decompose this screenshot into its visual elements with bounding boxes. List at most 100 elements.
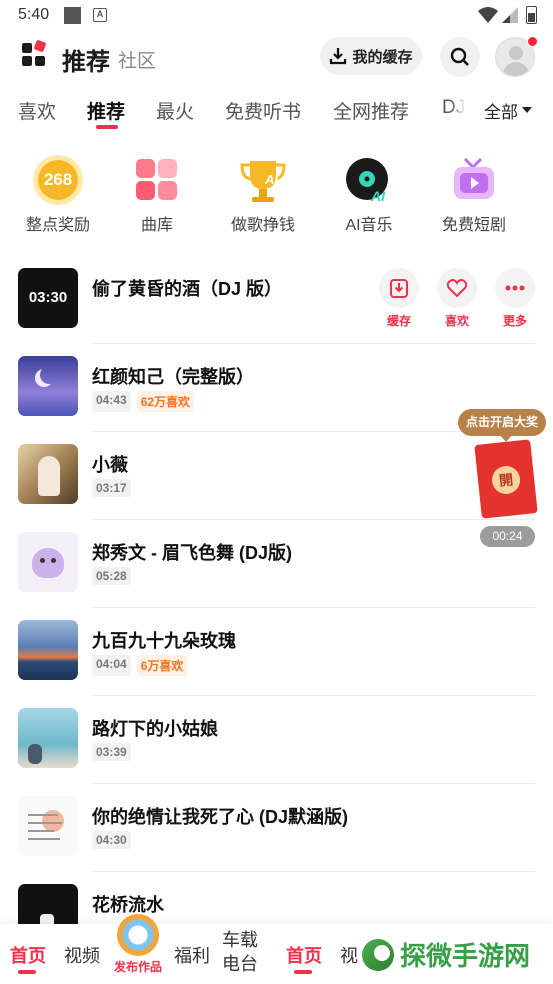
search-button[interactable] <box>440 37 480 77</box>
tab-hottest[interactable]: 最火 <box>156 97 194 124</box>
caret-down-icon <box>522 107 532 113</box>
all-categories-button[interactable]: 全部 <box>468 92 553 128</box>
reward-timer: 00:24 <box>480 526 535 547</box>
nav-welfare[interactable]: 福利 <box>174 942 210 968</box>
tab-free-audiobooks[interactable]: 免费听书 <box>225 97 301 124</box>
tab-recommend[interactable]: 推荐 <box>87 97 125 124</box>
cover-timer-text: 03:30 <box>28 289 68 306</box>
likes-badge: 6万喜欢 <box>136 655 188 676</box>
shortcut-ai-music[interactable]: AI AI音乐 <box>319 155 419 235</box>
song-cover: 03:30 <box>18 268 78 328</box>
tab-dj[interactable]: DJ <box>442 97 465 119</box>
song-duration: 03:17 <box>92 479 131 497</box>
song-cover <box>18 620 78 680</box>
song-title: 你的绝情让我死了心 (DJ默涵版) <box>92 807 348 827</box>
watermark: 探微手游网 <box>362 936 530 973</box>
nav-home[interactable]: 首页 <box>10 942 46 968</box>
list-item[interactable]: 九百九十九朵玫瑰 04:04 6万喜欢 <box>0 608 553 696</box>
action-label: 喜欢 <box>444 314 469 328</box>
download-icon <box>330 48 347 65</box>
publish-button[interactable]: 发布作品 <box>110 914 166 975</box>
reward-bubble[interactable]: 点击开启大奖 <box>458 409 546 442</box>
app-header: 推荐 社区 我的缓存 <box>0 34 553 80</box>
nav-car-radio[interactable]: 车载 电台 <box>222 928 258 976</box>
nav-video[interactable]: 视频 <box>64 942 100 968</box>
notification-a-icon: A <box>93 8 107 22</box>
signal-icon <box>502 7 518 23</box>
song-title: 路灯下的小姑娘 <box>92 719 218 739</box>
shortcut-label: 曲库 <box>140 217 173 234</box>
cache-action-button[interactable]: 缓存 <box>379 268 419 329</box>
my-cache-label: 我的缓存 <box>352 48 413 66</box>
more-action-button[interactable]: 更多 <box>495 268 535 329</box>
coin-268-icon: 268 <box>33 155 83 205</box>
svg-text:AI: AI <box>370 188 386 204</box>
song-title: 红颜知己（完整版） <box>92 367 254 387</box>
vinyl-ai-icon: AI <box>344 155 394 205</box>
song-title: 小薇 <box>92 455 128 475</box>
song-cover <box>18 532 78 592</box>
list-item[interactable]: 路灯下的小姑娘 03:39 <box>0 696 553 784</box>
song-title: 九百九十九朵玫瑰 <box>92 631 236 651</box>
svg-text:AI: AI <box>264 172 278 187</box>
all-categories-label: 全部 <box>484 102 518 122</box>
red-packet-icon[interactable]: 開 <box>474 439 538 519</box>
tab-web-recommend[interactable]: 全网推荐 <box>333 97 409 124</box>
notification-dot <box>527 36 538 47</box>
song-title: 偷了黄昏的酒（DJ 版） <box>92 279 283 299</box>
song-cover <box>18 796 78 856</box>
library-icon <box>132 155 182 205</box>
tv-play-icon <box>449 155 499 205</box>
song-duration: 04:04 <box>92 655 131 676</box>
song-title: 郑秀文 - 眉飞色舞 (DJ版) <box>92 543 292 563</box>
active-tab-indicator <box>96 125 118 129</box>
nav-home-indicator <box>18 970 36 974</box>
song-duration: 04:43 <box>92 391 131 412</box>
status-time: 5:40 <box>18 6 50 23</box>
red-packet-seal: 開 <box>490 464 522 496</box>
shortcut-label: 整点奖励 <box>25 217 90 234</box>
likes-badge: 62万喜欢 <box>136 391 195 412</box>
song-cover <box>18 356 78 416</box>
shortcut-hourly-reward[interactable]: 268 整点奖励 <box>8 155 108 235</box>
nav-home-2[interactable]: 首页 <box>286 942 322 968</box>
song-cover <box>18 708 78 768</box>
community-tab[interactable]: 社区 <box>118 46 156 73</box>
list-item[interactable]: 你的绝情让我死了心 (DJ默涵版) 04:30 <box>0 784 553 872</box>
action-label: 更多 <box>502 314 527 328</box>
list-item[interactable]: 郑秀文 - 眉飞色舞 (DJ版) 05:28 <box>0 520 553 608</box>
wifi-icon <box>478 7 498 23</box>
publish-ring-icon <box>117 914 159 956</box>
battery-icon <box>526 6 537 24</box>
shortcut-label: 免费短剧 <box>441 217 506 234</box>
shortcut-library[interactable]: 曲库 <box>107 155 207 235</box>
shortcut-label: 做歌挣钱 <box>230 217 295 234</box>
song-cover <box>18 444 78 504</box>
app-logo-icon <box>22 39 47 67</box>
list-item[interactable]: 03:30 偷了黄昏的酒（DJ 版） 缓存 喜欢 更多 <box>0 256 553 344</box>
shortcut-free-shorts[interactable]: 免费短剧 <box>424 155 524 235</box>
song-duration: 05:28 <box>92 567 131 585</box>
tab-like[interactable]: 喜欢 <box>18 97 56 124</box>
like-action-button[interactable]: 喜欢 <box>437 268 477 329</box>
shortcut-make-songs[interactable]: AI 做歌挣钱 <box>213 155 313 235</box>
my-cache-button[interactable]: 我的缓存 <box>320 37 422 75</box>
status-bar: 5:40 A <box>0 0 553 32</box>
watermark-logo-icon <box>362 938 394 971</box>
shortcut-grid: 268 整点奖励 曲库 AI 做歌挣钱 AI AI音乐 免费短剧 <box>0 155 553 237</box>
shortcut-label: AI音乐 <box>345 217 393 234</box>
song-duration: 03:39 <box>92 743 131 761</box>
nav-video-2[interactable]: 视 <box>340 942 358 968</box>
page-title: 推荐 <box>62 49 110 76</box>
song-duration: 04:30 <box>92 831 131 849</box>
download-icon <box>390 279 408 298</box>
action-label: 缓存 <box>386 314 411 328</box>
search-icon <box>450 47 469 66</box>
bottom-nav: 首页 视频 发布作品 福利 车载 电台 首页 视 探微手游网 <box>0 914 553 984</box>
trophy-ai-icon: AI <box>238 155 288 205</box>
list-item[interactable]: 小薇 03:17 <box>0 432 553 520</box>
nav-home-2-indicator <box>294 970 312 974</box>
watermark-text: 探微手游网 <box>400 941 531 971</box>
heart-icon <box>447 279 467 297</box>
publish-label: 发布作品 <box>113 960 162 974</box>
